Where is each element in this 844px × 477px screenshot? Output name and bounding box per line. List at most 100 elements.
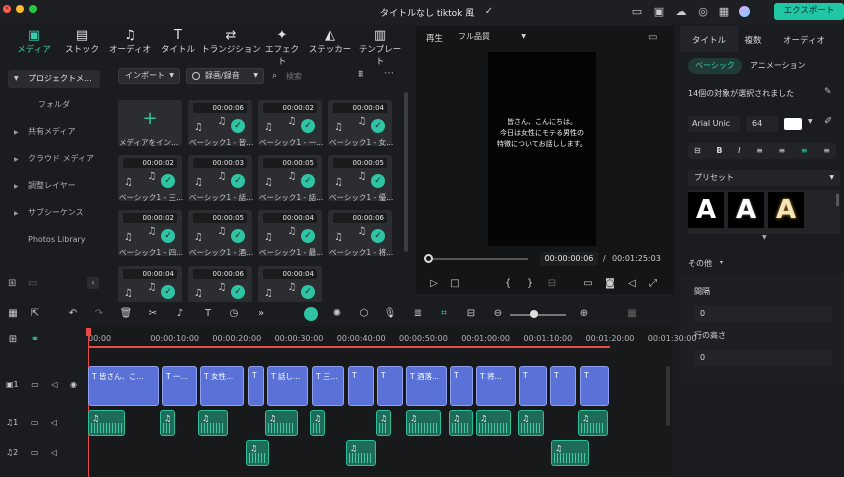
title-clip[interactable]: T [450, 366, 473, 406]
subtitle-overlay[interactable]: 皆さん、こんにちは。 今日は女性にモテる男性の 特徴についてお話しします。 [488, 117, 596, 150]
audio-clip[interactable]: ♫ [376, 410, 391, 436]
tab-title[interactable]: タイトル [684, 34, 734, 48]
tab-templates[interactable]: ▥ テンプレート [355, 26, 405, 67]
avatar[interactable] [739, 6, 750, 17]
font-family-select[interactable]: Arial Unic [688, 116, 740, 132]
snapshot-view-icon[interactable]: ▭ [648, 32, 657, 43]
tab-transitions[interactable]: ⇄ トランジション [200, 26, 262, 62]
cloud-icon[interactable]: ☁ [674, 5, 688, 19]
title-clip[interactable]: T 酒落... [406, 366, 447, 406]
preset-outline[interactable]: A [728, 192, 764, 228]
align-right-icon[interactable]: ≡ [801, 143, 808, 159]
folder-icon[interactable]: ▭ [31, 380, 39, 389]
play-icon[interactable]: ▷ [426, 276, 442, 292]
add-track-icon[interactable]: ⊞ [5, 332, 21, 348]
text-wrap-icon[interactable]: ⊟ [694, 143, 701, 159]
title-clip[interactable]: T 三... [312, 366, 344, 406]
spacing-input[interactable]: 0 [694, 306, 832, 322]
headset-icon[interactable]: ◎ [696, 5, 710, 19]
tab-multiple[interactable]: 複数 [736, 34, 770, 48]
playback-scrubber[interactable] [428, 258, 528, 260]
title-clip[interactable]: T 将... [476, 366, 516, 406]
media-scrollbar[interactable] [404, 92, 408, 252]
audio-clip[interactable]: ♫ [265, 410, 298, 436]
minimize-window-button[interactable] [16, 5, 24, 13]
timeline-scrollbar[interactable] [666, 366, 670, 426]
audio-clip[interactable]: ♫ [310, 410, 325, 436]
sidebar-item-shared-media[interactable]: 共有メディア [8, 123, 100, 141]
speed-icon[interactable]: ◷ [226, 306, 242, 322]
caret-down-icon[interactable]: ▾ [720, 259, 723, 266]
tab-stickers[interactable]: ◭ ステッカー [308, 26, 352, 62]
save-icon[interactable]: ▣ [652, 5, 666, 19]
display-icon[interactable]: ▭ [580, 276, 596, 292]
audio-clip[interactable]: ♫ [406, 410, 441, 436]
preset-dropdown[interactable]: プリセット ▼ [688, 170, 840, 186]
tab-stock[interactable]: ▤ ストック [64, 26, 100, 62]
stop-icon[interactable]: □ [447, 276, 463, 292]
align-left-icon[interactable]: ≡ [756, 143, 763, 159]
edit-style-icon[interactable]: ✎ [824, 87, 832, 97]
audio-clip[interactable]: ♫ [476, 410, 511, 436]
scrubber-handle[interactable] [424, 254, 433, 263]
speaker-icon[interactable]: ◁ [51, 380, 57, 389]
tab-effects[interactable]: ✦ エフェクト [262, 26, 302, 67]
folder-icon[interactable]: ▭ [28, 278, 37, 289]
folder-icon[interactable]: ▭ [31, 418, 39, 427]
title-clip[interactable]: T [348, 366, 374, 406]
sidebar-item-project-media[interactable]: プロジェクトメ... [8, 70, 100, 88]
record-dropdown[interactable]: 録画/録音 ▼ [186, 68, 264, 84]
italic-icon[interactable]: I [738, 143, 740, 159]
filter-icon[interactable]: ⩩ [358, 69, 363, 80]
bold-icon[interactable]: B [716, 143, 722, 159]
snap-icon[interactable]: ⌗ [436, 306, 452, 322]
audio-clip[interactable]: ♫ [578, 410, 608, 436]
grid-view-icon[interactable]: ▦ [624, 306, 640, 322]
undo-icon[interactable]: ↶ [65, 306, 81, 322]
zoom-slider[interactable] [510, 314, 566, 316]
camera-icon[interactable]: ◙ [602, 276, 618, 292]
link-icon[interactable]: ⊟ [463, 306, 479, 322]
collapse-sidebar-icon[interactable]: ‹ [87, 277, 99, 289]
zoom-in-icon[interactable]: ⊕ [576, 306, 592, 322]
preset-scrollbar[interactable] [836, 194, 839, 206]
import-dropdown[interactable]: インポート ▼ [118, 68, 180, 84]
sidebar-item-subsequence[interactable]: サブシーケンス [8, 204, 100, 222]
eye-icon[interactable]: ◉ [70, 380, 77, 389]
microphone-icon[interactable]: 🎙 [382, 306, 398, 322]
tab-audio-props[interactable]: オーディオ [776, 34, 832, 48]
text-color-swatch[interactable] [784, 118, 802, 130]
audio-clip[interactable]: ♫ [160, 410, 175, 436]
work-area-bar[interactable] [88, 346, 610, 348]
screen-icon[interactable]: ▭ [630, 5, 644, 19]
export-button[interactable]: エクスポート [774, 3, 844, 20]
zoom-out-icon[interactable]: ⊖ [490, 306, 506, 322]
new-folder-icon[interactable]: ⊞ [8, 278, 16, 289]
sidebar-item-folder[interactable]: フォルダ [8, 96, 100, 114]
search-input[interactable] [286, 69, 346, 83]
grid-icon[interactable]: ▦ [717, 5, 731, 19]
preset-white[interactable]: A [688, 192, 724, 228]
title-clip[interactable]: T 話し... [267, 366, 308, 406]
title-clip[interactable]: T 一... [162, 366, 197, 406]
eyedropper-icon[interactable]: ✐ [824, 116, 832, 127]
volume-icon[interactable]: ◁ [624, 276, 640, 292]
close-window-button[interactable]: × [3, 5, 11, 13]
title-clip[interactable]: T [248, 366, 264, 406]
captions-icon[interactable]: ≣ [410, 306, 426, 322]
audio-clip[interactable]: ♫ [518, 410, 544, 436]
cut-icon[interactable]: ✂ [145, 306, 161, 322]
more-tools-icon[interactable]: » [253, 306, 269, 322]
font-size-select[interactable]: 64 [746, 116, 778, 132]
layout-icon[interactable]: ▦ [5, 306, 21, 322]
ai-icon[interactable]: ✺ [329, 306, 345, 322]
speaker-icon[interactable]: ◁ [51, 418, 57, 427]
subtab-animation[interactable]: アニメーション [750, 60, 806, 71]
align-center-icon[interactable]: ≡ [779, 143, 786, 159]
title-clip[interactable]: T [580, 366, 609, 406]
align-justify-icon[interactable]: ≡ [823, 143, 830, 159]
audio-clip[interactable]: ♫ [551, 440, 589, 466]
delete-icon[interactable]: 🗑 [118, 306, 134, 322]
insert-icon[interactable]: ⊟ [544, 276, 560, 292]
expand-presets-icon[interactable]: ▼ [762, 234, 767, 241]
